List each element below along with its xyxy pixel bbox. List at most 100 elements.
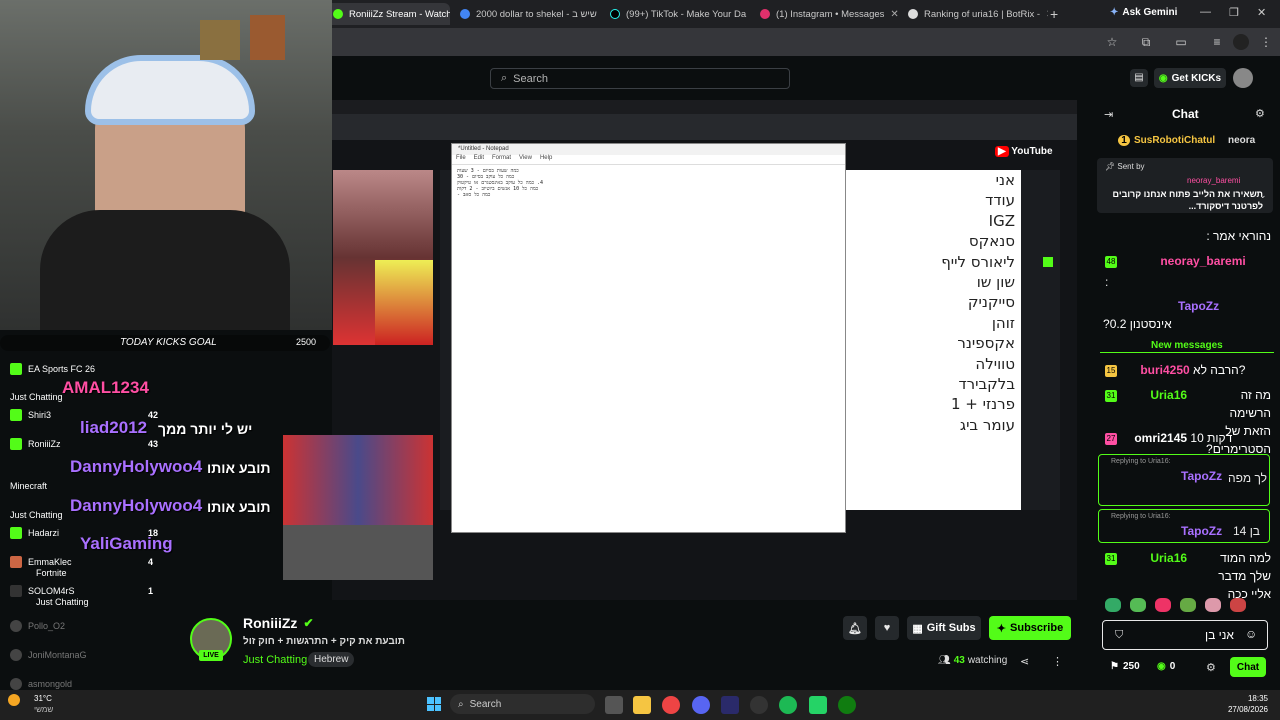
tab-botrix[interactable]: Ranking of uria16 | BotRix - ✕	[900, 3, 1048, 25]
menu-file[interactable]: File	[456, 155, 466, 164]
discord-icon[interactable]	[692, 696, 710, 714]
channel-points[interactable]: ⚑ 250	[1110, 661, 1140, 672]
get-kicks-button[interactable]: ◉ Get KICKs	[1154, 68, 1226, 88]
list-item: אקספינר	[957, 334, 1015, 353]
sidebar-user[interactable]: asmongold	[28, 679, 72, 689]
chat-gear-icon[interactable]: ⚙	[1206, 661, 1216, 674]
message-text: הרבה לא?	[1193, 363, 1246, 377]
subscribe-button[interactable]: ✦ Subscribe	[989, 616, 1071, 640]
task-view-icon[interactable]	[605, 696, 623, 714]
user-avatar[interactable]	[1233, 68, 1253, 88]
obs-icon[interactable]	[750, 696, 768, 714]
new-tab-icon[interactable]: +	[1050, 6, 1058, 22]
file-explorer-icon[interactable]	[633, 696, 651, 714]
window-close-icon[interactable]: ✕	[1257, 6, 1266, 19]
cast-icon[interactable]: ▭	[1173, 34, 1189, 50]
overlay-chat-text: תובע אותו	[207, 499, 271, 515]
avatar	[10, 678, 22, 690]
menu-edit[interactable]: Edit	[474, 155, 484, 164]
message-user[interactable]: omri2145	[1134, 431, 1187, 445]
emote-bar	[1105, 598, 1270, 614]
notepad-title: *Untitled - Notepad	[452, 144, 845, 155]
message-user[interactable]: TapoZz	[1178, 299, 1219, 313]
close-icon[interactable]: ✕	[1046, 9, 1048, 20]
chrome-icon[interactable]	[662, 696, 680, 714]
youtube-logo-icon: ▶ YouTube	[995, 146, 1053, 157]
library-icon[interactable]: ▤	[1130, 69, 1148, 87]
media-icon[interactable]: ≡	[1209, 34, 1225, 50]
gifter-name: neora	[1228, 135, 1256, 146]
message-user[interactable]: neoray_baremi	[1160, 254, 1245, 268]
whatsapp-icon[interactable]	[809, 696, 827, 714]
tab-label: (99+) TikTok - Make Your Da	[626, 8, 747, 20]
spotify-icon[interactable]	[779, 696, 797, 714]
search-input[interactable]: ⌕ Search	[490, 68, 790, 89]
clock-date[interactable]: 27/08/2026	[1220, 705, 1268, 714]
chat-input[interactable]: ⛉ אני בן ☺	[1102, 620, 1268, 650]
sidebar-user[interactable]: JoniMontanaG	[28, 650, 87, 660]
kicks-goal-value: 2500	[296, 337, 317, 347]
streamer-name[interactable]: RoniiiZz	[243, 615, 297, 631]
emote-icon[interactable]	[1180, 598, 1196, 612]
clock-time[interactable]: 18:35	[1236, 694, 1268, 703]
chat-settings-icon[interactable]: ⚙	[1255, 107, 1265, 120]
more-menu-icon[interactable]: ⋮	[1258, 34, 1274, 50]
kick-favicon-icon	[333, 9, 343, 19]
windows-start-icon[interactable]	[427, 697, 441, 711]
chat-send-button[interactable]: Chat	[1230, 657, 1266, 677]
message-text: נהוראי אמר :	[1206, 229, 1271, 243]
menu-view[interactable]: View	[519, 155, 532, 164]
avatar	[10, 620, 22, 632]
tab-shekel[interactable]: 2000 dollar to shekel - שיש ב ✕	[452, 3, 600, 25]
sidebar-user[interactable]: EmmaKlec	[28, 557, 72, 567]
notification-bell-icon[interactable]: 🔔︎	[843, 616, 867, 640]
sidebar-user[interactable]: Shiri3	[28, 410, 51, 420]
weather-temp[interactable]: 31°C	[34, 694, 52, 703]
emoji-icon[interactable]: ☺	[1245, 627, 1257, 641]
emote-icon[interactable]	[1105, 598, 1121, 612]
tab-kick-stream[interactable]: RoniiiZz Stream - Watch ✕	[325, 3, 450, 25]
xbox-icon[interactable]	[838, 696, 856, 714]
emote-icon[interactable]	[1205, 598, 1221, 612]
gift-subs-button[interactable]: ▦ Gift Subs	[907, 616, 981, 640]
tab-instagram[interactable]: (1) Instagram • Messages ✕	[752, 3, 900, 25]
message-user[interactable]: buri4250	[1140, 363, 1189, 377]
viewers-label: watching	[967, 655, 1008, 666]
message-user[interactable]: TapoZz	[1181, 524, 1222, 538]
language-tag[interactable]: Hebrew	[308, 652, 355, 667]
premiere-icon[interactable]	[721, 696, 739, 714]
viewer-count: 👥︎ 43 watching	[938, 655, 1007, 666]
menu-help[interactable]: Help	[540, 155, 552, 164]
ask-gemini-button[interactable]: ✦ Ask Gemini	[1110, 7, 1177, 18]
message-text: למה המוד שלך מדבר אליי ככה	[1218, 551, 1271, 601]
chevron-down-icon[interactable]: ⌄	[1259, 190, 1267, 201]
share-icon[interactable]: ⋖	[1020, 655, 1029, 668]
sidebar-user[interactable]: RoniiiZz	[28, 439, 61, 449]
kicks-balance[interactable]: ◉ 0	[1157, 661, 1175, 672]
emote-icon[interactable]	[1155, 598, 1171, 612]
video-thumbnail	[283, 525, 433, 580]
tab-label: 2000 dollar to shekel - שיש ב	[476, 8, 597, 20]
taskbar-search[interactable]: ⌕ Search	[450, 694, 595, 714]
sidebar-user[interactable]: SOLOM4rS	[28, 586, 75, 596]
emote-icon[interactable]	[1130, 598, 1146, 612]
sidebar-user[interactable]: Hadarzi	[28, 528, 59, 538]
overlay-chat-text: יש לי יותר ממך	[158, 421, 253, 437]
follow-heart-icon[interactable]: ♥	[875, 616, 899, 640]
sidebar-category: Just Chatting	[10, 392, 63, 402]
profile-avatar[interactable]	[1233, 34, 1249, 50]
list-item: שון שו	[976, 273, 1015, 292]
close-icon[interactable]: ✕	[890, 9, 898, 20]
collapse-chat-icon[interactable]: ⇥	[1104, 108, 1113, 121]
more-options-icon[interactable]: ⋮	[1052, 655, 1063, 668]
maximize-icon[interactable]: ❐	[1229, 6, 1239, 19]
tab-tiktok[interactable]: (99+) TikTok - Make Your Da ✕	[602, 3, 750, 25]
botrix-favicon-icon	[908, 9, 918, 19]
minimize-icon[interactable]: —	[1200, 6, 1211, 18]
category-link[interactable]: Just Chatting	[243, 654, 307, 666]
sidebar-user[interactable]: Pollo_O2	[28, 621, 65, 631]
menu-format[interactable]: Format	[492, 155, 511, 164]
star-icon[interactable]: ☆	[1104, 34, 1120, 50]
emote-icon[interactable]	[1230, 598, 1246, 612]
extensions-icon[interactable]: ⧉	[1138, 34, 1154, 50]
